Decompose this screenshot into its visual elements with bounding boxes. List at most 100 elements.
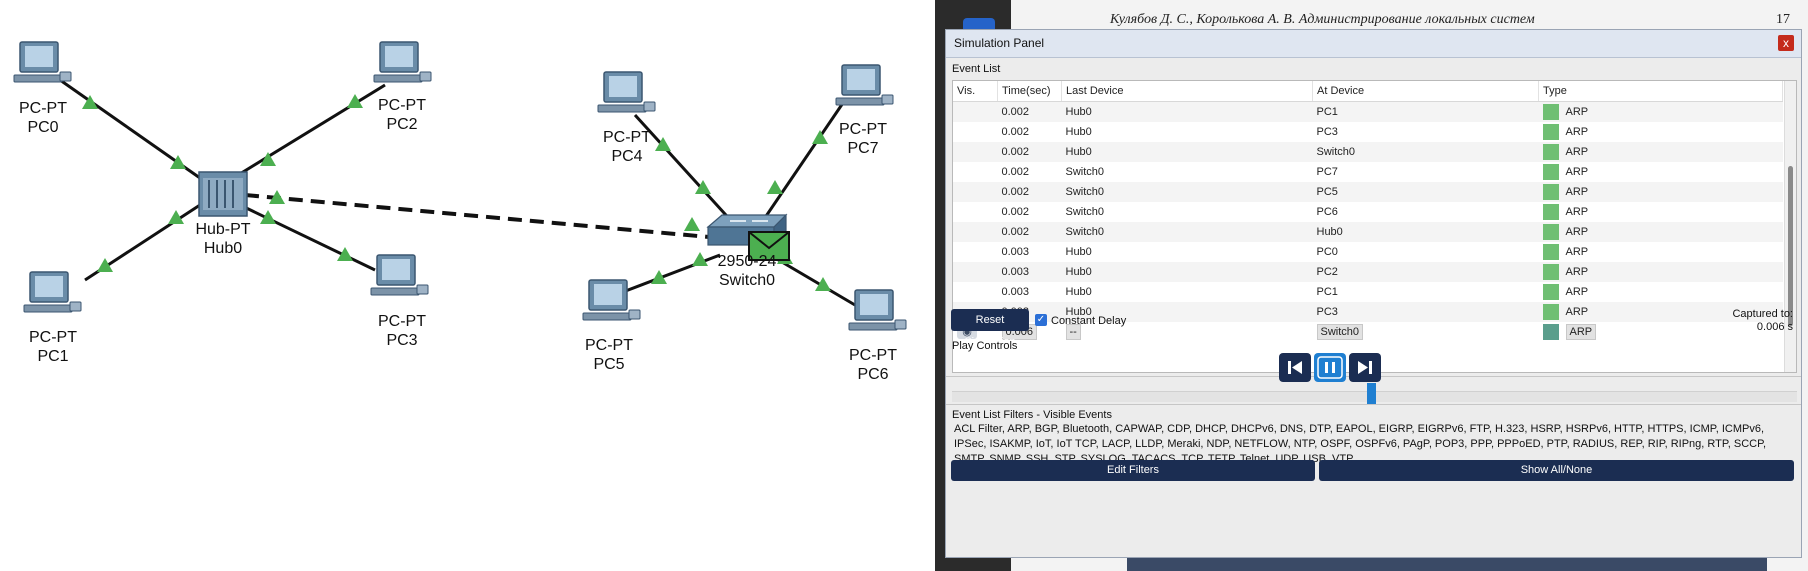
panel-titlebar[interactable]: Simulation Panel x	[946, 30, 1801, 58]
vis-cell[interactable]	[953, 262, 998, 282]
vis-cell[interactable]	[953, 242, 998, 262]
document-header: Кулябов Д. С., Королькова А. В. Админист…	[1110, 12, 1535, 27]
type-cell[interactable]: ARP	[1538, 122, 1783, 142]
type-value: ARP	[1565, 145, 1589, 158]
event-list[interactable]: Vis. Time(sec) Last Device At Device Typ…	[952, 80, 1797, 373]
type-cell[interactable]: ARP	[1538, 142, 1783, 162]
time-cell: 0.002	[997, 122, 1062, 142]
last-device-value: Hub0	[1065, 146, 1092, 158]
vis-cell[interactable]	[953, 162, 998, 182]
table-row[interactable]: 0.002 Hub0 PC1 ARP	[953, 101, 1783, 122]
table-row[interactable]: 0.003 Hub0 PC2 ARP	[953, 262, 1783, 282]
pc-icon[interactable]	[582, 279, 641, 321]
constant-delay-checkbox[interactable]: ✓	[1035, 314, 1047, 326]
constant-delay-label: Constant Delay	[1051, 315, 1127, 327]
topology-links	[13, 41, 907, 331]
time-value: 0.002	[1001, 206, 1030, 218]
step-forward-button[interactable]	[1349, 353, 1381, 382]
pause-button[interactable]	[1314, 353, 1346, 382]
time-value: 0.002	[1001, 226, 1030, 238]
table-row[interactable]: 0.002 Hub0 Switch0 ARP	[953, 142, 1783, 162]
type-cell[interactable]: ARP	[1538, 162, 1783, 182]
type-cell[interactable]: ARP	[1538, 282, 1783, 302]
type-cell[interactable]: ARP	[1538, 242, 1783, 262]
pc-icon[interactable]	[373, 41, 432, 83]
last-device-value: Hub0	[1065, 246, 1092, 258]
time-value: 0.002	[1001, 126, 1030, 138]
column-header-at-device[interactable]: At Device	[1312, 81, 1539, 102]
last-device-cell: Switch0	[1061, 202, 1313, 222]
vis-cell[interactable]	[953, 282, 998, 302]
at-device-value: Switch0	[1316, 324, 1364, 340]
scrollbar-thumb[interactable]	[1788, 166, 1793, 326]
hub-icon[interactable]	[198, 171, 248, 217]
step-forward-icon	[1358, 361, 1372, 374]
last-device-value: Hub0	[1065, 106, 1092, 118]
topology-canvas[interactable]: PC-PT PC0 PC-PT PC2 PC-PT PC1 PC-PT PC3 Hub-…	[0, 0, 935, 571]
table-row[interactable]: 0.002 Switch0 PC6 ARP	[953, 202, 1783, 222]
time-cell: 0.002	[997, 182, 1062, 202]
pc-icon[interactable]	[370, 254, 429, 296]
column-header-vis[interactable]: Vis.	[953, 81, 998, 102]
divider	[946, 404, 1801, 405]
at-device-cell: PC5	[1312, 182, 1539, 202]
pc-icon[interactable]	[848, 289, 907, 331]
table-row[interactable]: 0.002 Switch0 PC5 ARP	[953, 182, 1783, 202]
column-header-type[interactable]: Type	[1538, 81, 1783, 102]
vis-cell[interactable]	[953, 122, 998, 142]
type-value: ARP	[1565, 205, 1589, 218]
type-value: ARP	[1565, 265, 1589, 278]
table-row[interactable]: 0.002 Hub0 PC3 ARP	[953, 122, 1783, 142]
at-device-value: PC2	[1316, 266, 1338, 278]
type-color-swatch	[1542, 304, 1559, 320]
table-row[interactable]: 0.002 Switch0 PC7 ARP	[953, 162, 1783, 182]
table-row[interactable]: 0.003 Hub0 PC0 ARP	[953, 242, 1783, 262]
time-value: 0.002	[1001, 146, 1030, 158]
vis-cell[interactable]	[953, 142, 998, 162]
column-header-last-device[interactable]: Last Device	[1061, 81, 1313, 102]
column-header-time[interactable]: Time(sec)	[997, 81, 1062, 102]
type-color-swatch	[1542, 184, 1559, 200]
link-hub0-switch0	[244, 193, 721, 240]
pc-icon[interactable]	[13, 41, 72, 83]
table-row[interactable]: 0.002 Switch0 Hub0 ARP	[953, 222, 1783, 242]
time-cell: 0.002	[997, 142, 1062, 162]
type-cell[interactable]: ARP	[1538, 322, 1783, 342]
type-cell[interactable]: ARP	[1538, 101, 1783, 122]
pc-icon[interactable]	[597, 71, 656, 113]
vis-cell[interactable]	[953, 202, 998, 222]
type-cell[interactable]: ARP	[1538, 182, 1783, 202]
type-color-swatch	[1542, 144, 1559, 160]
playback-slider-knob[interactable]	[1367, 383, 1376, 405]
type-cell[interactable]: ARP	[1538, 202, 1783, 222]
last-device-cell: Hub0	[1061, 242, 1313, 262]
pc-icon[interactable]	[835, 64, 894, 106]
at-device-value: PC0	[1316, 246, 1338, 258]
event-table: Vis. Time(sec) Last Device At Device Typ…	[953, 81, 1783, 342]
device-label-pc0: PC-PT PC0	[19, 100, 67, 136]
time-value: 0.002	[1001, 166, 1030, 178]
at-device-cell: PC0	[1312, 242, 1539, 262]
step-back-button[interactable]	[1279, 353, 1311, 382]
table-row[interactable]: 0.003 Hub0 PC1 ARP	[953, 282, 1783, 302]
reset-simulation-button[interactable]: Reset Simulation	[951, 309, 1029, 348]
device-label-pc3: PC-PT PC3	[378, 313, 426, 349]
at-device-cell: Switch0	[1312, 142, 1539, 162]
time-value: 0.003	[1001, 266, 1030, 278]
type-cell[interactable]: ARP	[1538, 262, 1783, 282]
edit-filters-button[interactable]: Edit Filters	[951, 460, 1315, 481]
type-color-swatch	[1542, 204, 1559, 220]
vis-cell[interactable]	[953, 222, 998, 242]
device-label-pc7: PC-PT PC7	[839, 121, 887, 157]
vis-cell[interactable]	[953, 182, 998, 202]
device-label-pc2: PC-PT PC2	[378, 97, 426, 133]
pc-icon[interactable]	[23, 271, 82, 313]
playback-slider[interactable]	[952, 383, 1797, 405]
vis-cell[interactable]	[953, 101, 998, 122]
type-cell[interactable]: ARP	[1538, 222, 1783, 242]
at-device-value: Switch0	[1316, 146, 1356, 158]
at-device-value: PC1	[1316, 286, 1338, 298]
last-device-cell: Switch0	[1061, 162, 1313, 182]
close-button[interactable]: x	[1778, 35, 1794, 51]
show-all-none-button[interactable]: Show All/None	[1319, 460, 1794, 481]
